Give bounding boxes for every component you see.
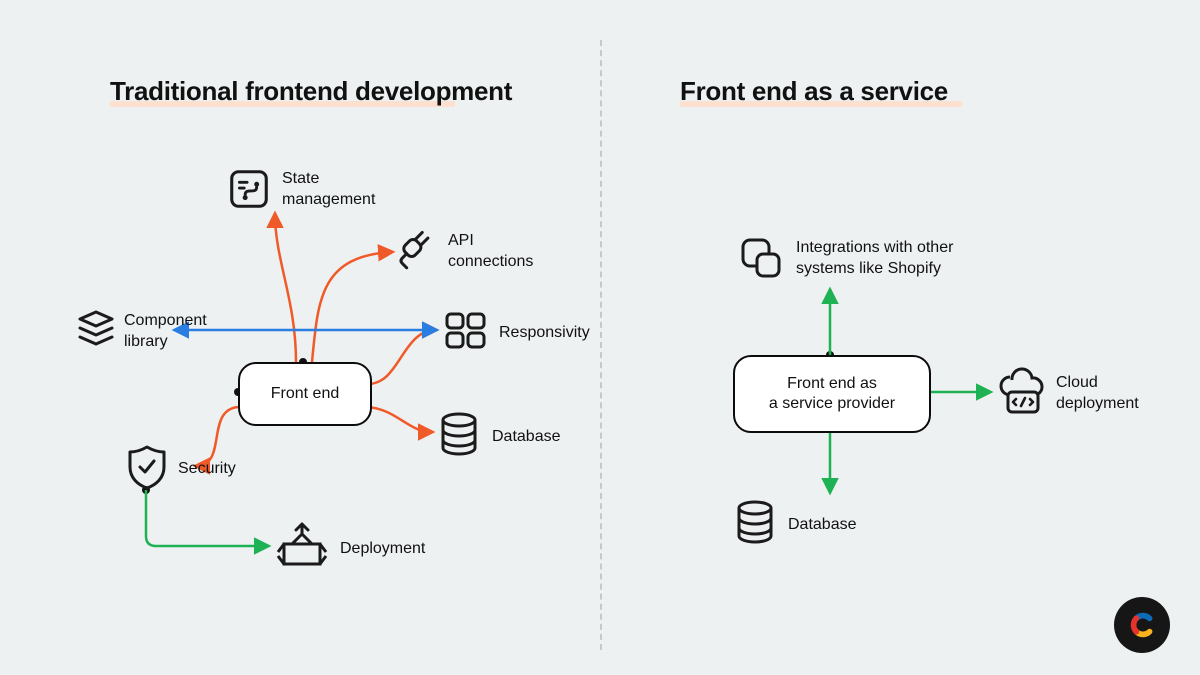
node-front-end: Front end <box>238 362 372 426</box>
vertical-divider <box>600 40 602 650</box>
label-responsivity: Responsivity <box>499 322 590 343</box>
label-state-management: State management <box>282 168 375 210</box>
label-component-library: Component library <box>124 310 207 352</box>
label-database-right: Database <box>788 514 857 535</box>
label-cloud-deployment: Cloud deployment <box>1056 372 1139 414</box>
api-connections-icon <box>392 222 444 279</box>
title-traditional: Traditional frontend development <box>110 76 512 107</box>
title-feaas: Front end as a service <box>680 76 948 107</box>
label-api-connections: API connections <box>448 230 533 272</box>
node-front-end-label: Front end <box>261 384 349 404</box>
diagram-stage: Traditional frontend development Front e… <box>0 0 1200 675</box>
label-integrations: Integrations with other systems like Sho… <box>796 237 953 279</box>
component-library-icon <box>72 306 120 359</box>
node-feaas-provider: Front end as a service provider <box>733 355 931 433</box>
state-management-icon <box>226 166 272 217</box>
contentful-logo <box>1114 597 1170 653</box>
responsivity-icon <box>440 306 490 361</box>
label-deployment: Deployment <box>340 538 425 559</box>
cloud-deployment-icon <box>994 366 1050 421</box>
integrations-icon <box>735 232 787 289</box>
node-feaas-provider-label: Front end as a service provider <box>759 374 905 414</box>
label-database-left: Database <box>492 426 561 447</box>
database-icon-right <box>732 498 778 553</box>
security-icon <box>124 442 170 497</box>
database-icon-left <box>436 410 482 465</box>
label-security: Security <box>178 458 236 479</box>
deployment-icon <box>274 516 330 577</box>
